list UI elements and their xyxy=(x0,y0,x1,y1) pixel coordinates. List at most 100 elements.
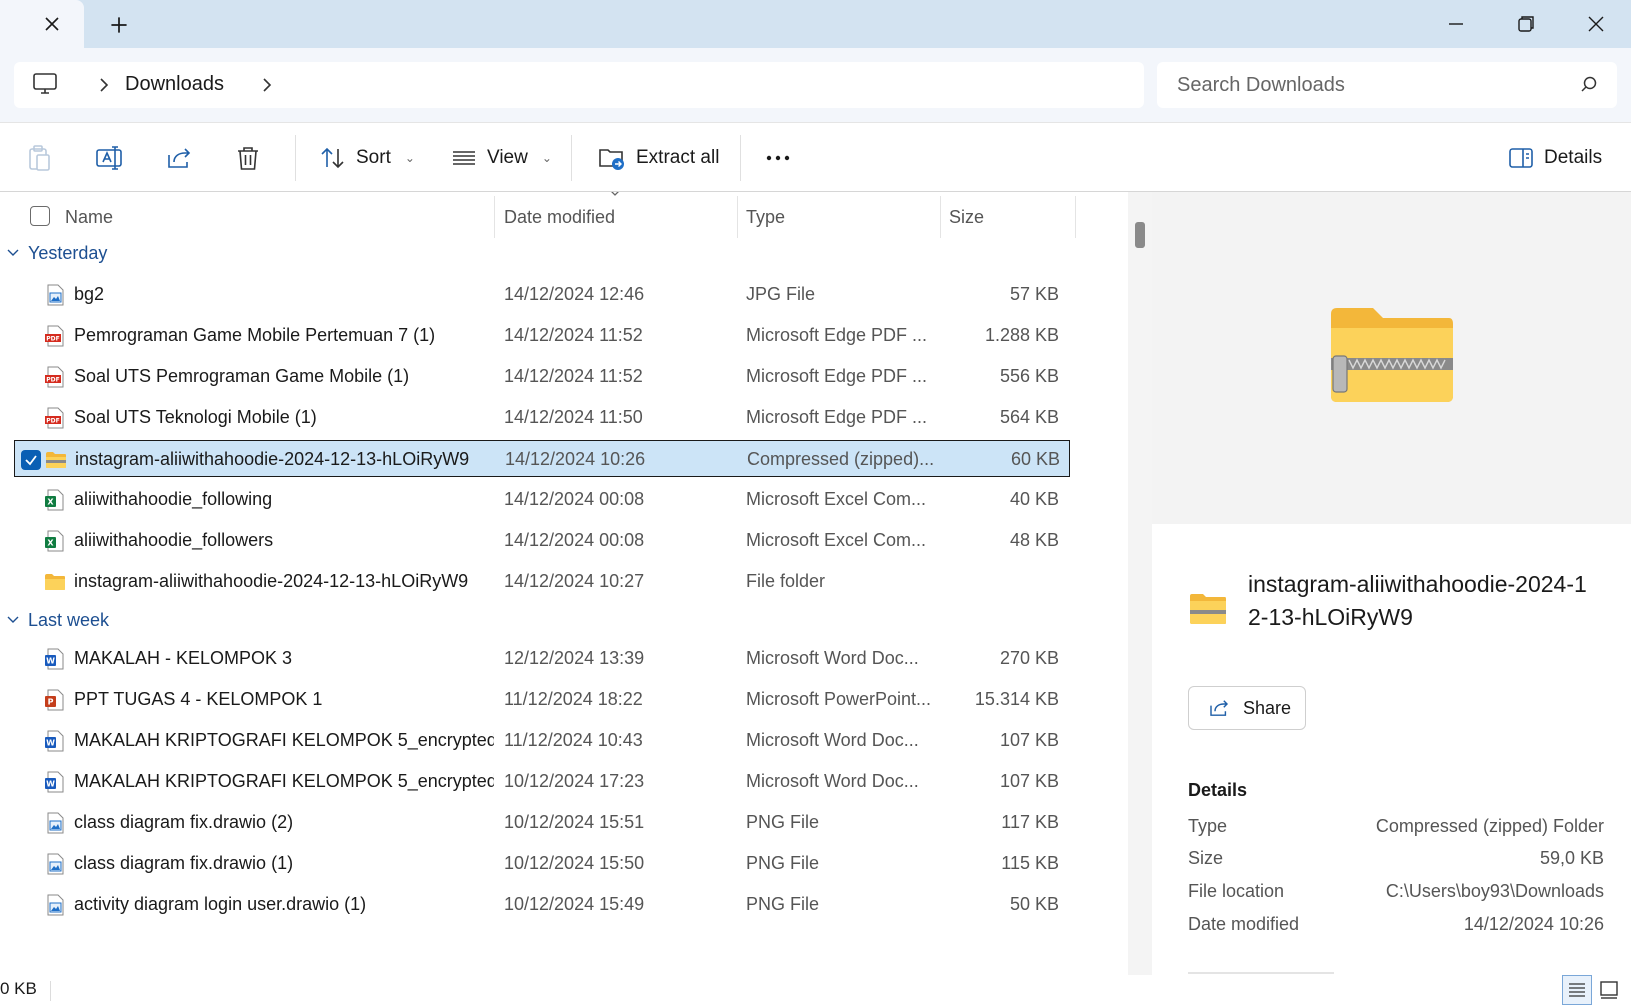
svg-text:W: W xyxy=(46,739,55,748)
group-label: Last week xyxy=(28,609,110,630)
file-row[interactable]: W MAKALAH - KELOMPOK 3 12/12/2024 13:39 Mic… xyxy=(14,640,1070,677)
chevron-right-icon[interactable] xyxy=(94,75,114,95)
file-date: 10/12/2024 15:49 xyxy=(504,894,645,914)
image-file-icon xyxy=(47,284,64,306)
active-tab[interactable] xyxy=(0,0,84,48)
file-row[interactable]: instagram-aliiwithahoodie-2024-12-13-hLO… xyxy=(14,440,1070,477)
share-icon xyxy=(1210,700,1229,716)
file-size: 107 KB xyxy=(999,771,1059,791)
status-bar: 0 KB xyxy=(0,975,1631,1005)
row-checkbox[interactable] xyxy=(21,450,41,470)
share-icon[interactable] xyxy=(164,143,194,173)
file-size: 115 KB xyxy=(1001,853,1059,873)
search-icon[interactable] xyxy=(1579,75,1599,95)
close-window-icon[interactable] xyxy=(1580,8,1612,40)
select-all-checkbox[interactable] xyxy=(30,206,50,226)
file-row[interactable]: PDF Soal UTS Pemrograman Game Mobile (1) 1… xyxy=(14,358,1070,395)
file-row[interactable]: Xaliiwithahoodie_followers 14/12/2024 00:… xyxy=(14,522,1070,559)
file-date: 12/12/2024 13:39 xyxy=(504,648,645,668)
file-row[interactable]: class diagram fix.drawio (2) 10/12/2024 1… xyxy=(14,804,1070,841)
svg-text:W: W xyxy=(46,657,55,666)
file-type: Microsoft Word Doc... xyxy=(746,730,919,750)
search-box[interactable] xyxy=(1157,62,1617,108)
column-header-name[interactable]: Name xyxy=(65,192,485,242)
address-row: Downloads xyxy=(0,48,1631,122)
toolbar-divider xyxy=(571,135,572,181)
file-name: Pemrograman Game Mobile Pertemuan 7 (1) xyxy=(74,325,436,345)
file-row[interactable]: W MAKALAH KRIPTOGRAFI KELOMPOK 5_encrypte… xyxy=(14,722,1070,759)
file-type: Microsoft Excel Com... xyxy=(746,489,927,509)
file-row[interactable]: bg2 14/12/2024 12:46 JPG File 57 KB xyxy=(14,276,1070,313)
file-size: 48 KB xyxy=(1009,530,1059,550)
file-size: 15.314 KB xyxy=(974,689,1059,709)
file-type: Microsoft Edge PDF ... xyxy=(746,407,928,427)
extract-all-button[interactable]: Extract all xyxy=(598,137,719,179)
file-row[interactable]: instagram-aliiwithahoodie-2024-12-13-hLO… xyxy=(14,563,1070,600)
new-tab-icon[interactable] xyxy=(106,12,132,38)
sort-label: Sort xyxy=(356,147,391,168)
file-date: 10/12/2024 15:50 xyxy=(504,853,645,873)
share-button[interactable]: Share xyxy=(1188,686,1306,730)
zip-folder-icon xyxy=(1331,308,1453,402)
column-divider[interactable] xyxy=(737,196,738,238)
word-file-icon: W xyxy=(45,730,64,752)
share-label: Share xyxy=(1243,697,1292,718)
search-input[interactable] xyxy=(1177,62,1557,108)
file-size: 107 KB xyxy=(999,730,1059,750)
close-icon[interactable] xyxy=(40,12,64,36)
file-row[interactable]: Xaliiwithahoodie_following 14/12/2024 00:… xyxy=(14,481,1070,518)
minimize-icon[interactable] xyxy=(1440,8,1472,40)
file-date: 14/12/2024 12:46 xyxy=(504,284,645,304)
file-row[interactable]: W MAKALAH KRIPTOGRAFI KELOMPOK 5_encrypte… xyxy=(14,763,1070,800)
file-name: instagram-aliiwithahoodie-2024-12-13-hLO… xyxy=(74,571,469,591)
svg-text:PDF: PDF xyxy=(46,336,59,343)
word-file-icon: W xyxy=(45,771,64,793)
details-property: Date modified 14/12/2024 10:26 xyxy=(1188,914,1604,942)
property-label: Date modified xyxy=(1188,914,1300,934)
file-size: 60 KB xyxy=(1010,449,1060,469)
address-bar[interactable]: Downloads xyxy=(14,62,1144,108)
sort-button[interactable]: Sort ⌄ xyxy=(320,137,415,179)
file-row[interactable]: PDF Pemrograman Game Mobile Pertemuan 7 (… xyxy=(14,317,1070,354)
file-row[interactable]: class diagram fix.drawio (1) 10/12/2024 1… xyxy=(14,845,1070,882)
file-name: class diagram fix.drawio (1) xyxy=(74,853,294,873)
details-pane-button[interactable]: Details xyxy=(1508,137,1602,179)
this-pc-icon[interactable] xyxy=(32,72,58,96)
file-name: activity diagram login user.drawio (1) xyxy=(74,894,367,914)
vertical-scrollbar[interactable] xyxy=(1128,192,1152,975)
file-size: 40 KB xyxy=(1009,489,1059,509)
column-header-type[interactable]: Type xyxy=(746,192,936,242)
details-view-toggle[interactable] xyxy=(1562,975,1592,1005)
rename-icon[interactable] xyxy=(94,143,124,173)
file-row[interactable]: PDF Soal UTS Teknologi Mobile (1) 14/12/20… xyxy=(14,399,1070,436)
group-header[interactable]: Yesterday xyxy=(0,237,107,269)
file-date: 14/12/2024 11:52 xyxy=(504,366,643,386)
scrollbar-thumb[interactable] xyxy=(1135,222,1145,248)
column-header-size[interactable]: Size xyxy=(949,192,1069,242)
file-name: Soal UTS Teknologi Mobile (1) xyxy=(74,407,317,427)
file-type: Microsoft Edge PDF ... xyxy=(746,366,928,386)
paste-icon[interactable] xyxy=(24,143,54,173)
chevron-down-icon: ⌄ xyxy=(541,151,552,165)
breadcrumb-downloads[interactable]: Downloads xyxy=(125,73,224,96)
large-icons-view-icon[interactable] xyxy=(1598,979,1620,1001)
chevron-right-icon[interactable] xyxy=(257,75,277,95)
file-size: 564 KB xyxy=(999,407,1059,427)
file-type: File folder xyxy=(746,571,826,591)
image-file-icon xyxy=(47,894,64,916)
file-type: PNG File xyxy=(746,894,820,914)
column-divider[interactable] xyxy=(1075,196,1076,238)
file-row[interactable]: P PPT TUGAS 4 - KELOMPOK 1 11/12/2024 18:2… xyxy=(14,681,1070,718)
view-button[interactable]: View ⌄ xyxy=(451,137,552,179)
restore-icon[interactable] xyxy=(1510,8,1542,40)
file-name: instagram-aliiwithahoodie-2024-12-13-hLO… xyxy=(75,449,470,469)
group-header[interactable]: Last week xyxy=(0,604,109,636)
more-options-icon[interactable] xyxy=(763,143,793,173)
file-date: 14/12/2024 11:52 xyxy=(504,325,643,345)
delete-icon[interactable] xyxy=(233,143,263,173)
column-divider[interactable] xyxy=(940,196,941,238)
pdf-file-icon: PDF xyxy=(45,407,64,429)
file-preview xyxy=(1152,192,1631,524)
file-row[interactable]: activity diagram login user.drawio (1) 10… xyxy=(14,886,1070,923)
column-divider[interactable] xyxy=(494,196,495,238)
